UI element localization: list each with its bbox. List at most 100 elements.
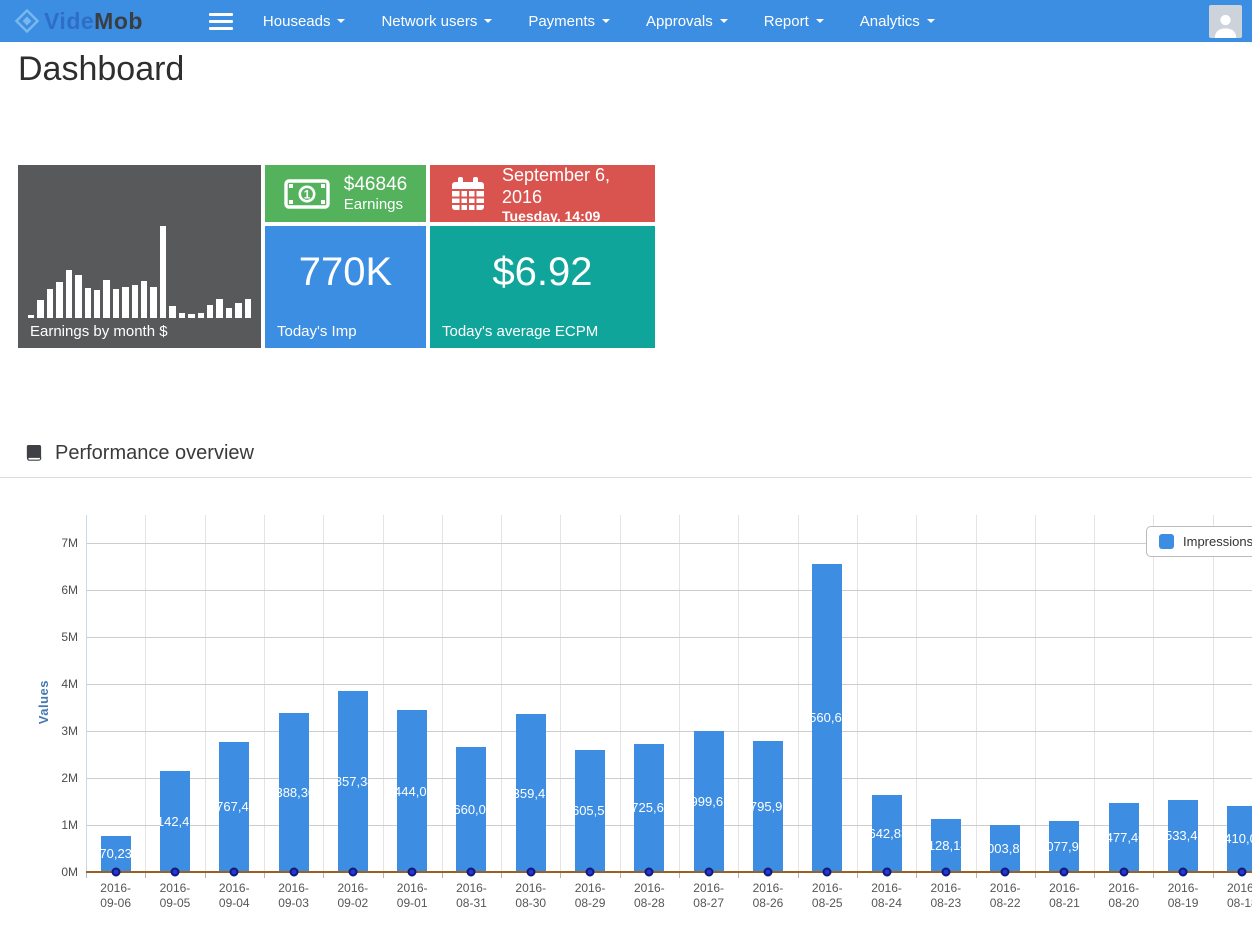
main-nav: Houseads Network users Payments Approvals Re…: [263, 13, 935, 30]
axis-point-marker: [289, 868, 298, 877]
vertical-gridline: [501, 515, 502, 872]
impressions-bar[interactable]: 3,444,021: [397, 710, 427, 872]
bar-value-label: 1,077,934: [1049, 839, 1079, 854]
impressions-bar[interactable]: 3,388,302: [279, 713, 309, 872]
y-axis-tick-label: 0M: [38, 865, 78, 879]
impressions-bar[interactable]: 3,359,415: [516, 714, 546, 872]
mini-bar: [198, 313, 204, 318]
user-avatar[interactable]: [1209, 5, 1242, 38]
x-axis-tick-label: 2016- 08-31: [442, 881, 501, 911]
impressions-bar[interactable]: 2,660,054: [456, 747, 486, 872]
mini-bar: [113, 289, 119, 318]
impressions-today-tile: 770K Today's Imp: [265, 226, 426, 348]
menu-toggle-button[interactable]: [209, 13, 233, 30]
x-axis-tick-label: 2016- 08-30: [501, 881, 560, 911]
axis-point-marker: [467, 868, 476, 877]
earnings-today-value: $46846: [344, 174, 407, 196]
x-axis-tick: [383, 873, 384, 878]
axis-point-marker: [408, 868, 417, 877]
impressions-bar[interactable]: 2,795,926: [753, 741, 783, 872]
mini-bar: [94, 290, 100, 318]
impressions-bar[interactable]: 1,003,812: [990, 825, 1020, 872]
hamburger-icon: [209, 13, 233, 16]
caret-down-icon: [927, 19, 935, 23]
earnings-today-tile: 1 $46846 Earnings: [265, 165, 426, 222]
impressions-bar[interactable]: 1,128,145: [931, 819, 961, 872]
vertical-gridline: [1213, 515, 1214, 872]
brand-logo[interactable]: VideMob: [14, 8, 143, 35]
impressions-bar[interactable]: 3,857,340: [338, 691, 368, 872]
x-axis-tick-label: 2016- 09-02: [323, 881, 382, 911]
mini-bar: [160, 226, 166, 318]
vertical-gridline: [205, 515, 206, 872]
y-axis-tick-label: 5M: [38, 630, 78, 644]
mini-bar: [56, 282, 62, 318]
x-axis-tick: [916, 873, 917, 878]
x-axis-tick: [442, 873, 443, 878]
bar-value-label: 2,725,648: [634, 800, 664, 815]
nav-item-houseads[interactable]: Houseads: [263, 13, 346, 30]
axis-point-marker: [645, 868, 654, 877]
impressions-bar[interactable]: 1,077,934: [1049, 821, 1079, 872]
earnings-today-label: Earnings: [344, 196, 407, 213]
impressions-bar[interactable]: 1,533,429: [1168, 800, 1198, 872]
impressions-bar[interactable]: 1,410,062: [1227, 806, 1252, 872]
impressions-bar[interactable]: 1,477,405: [1109, 803, 1139, 872]
chart-legend[interactable]: Impressions: [1146, 526, 1252, 557]
impressions-bar[interactable]: 2,999,613: [694, 731, 724, 872]
calendar-icon: [450, 176, 486, 212]
x-axis-tick-label: 2016- 08-18: [1213, 881, 1252, 911]
x-axis-tick-label: 2016- 09-04: [205, 881, 264, 911]
horizontal-gridline: [86, 637, 1252, 638]
nav-item-analytics[interactable]: Analytics: [860, 13, 935, 30]
nav-item-report[interactable]: Report: [764, 13, 824, 30]
money-icon: 1: [284, 179, 330, 209]
vertical-gridline: [264, 515, 265, 872]
vertical-gridline: [560, 515, 561, 872]
axis-point-marker: [111, 868, 120, 877]
x-axis-tick-label: 2016- 08-29: [560, 881, 619, 911]
impressions-bar[interactable]: 1,642,837: [872, 795, 902, 872]
nav-item-payments[interactable]: Payments: [528, 13, 610, 30]
impressions-bar[interactable]: 2,725,648: [634, 744, 664, 872]
nav-item-approvals[interactable]: Approvals: [646, 13, 728, 30]
date-tile: September 6, 2016 Tuesday, 14:09: [430, 165, 655, 222]
page-title: Dashboard: [18, 50, 184, 89]
impressions-bar[interactable]: 2,142,450: [160, 771, 190, 872]
nav-item-network-users[interactable]: Network users: [381, 13, 492, 30]
bar-value-label: 2,767,410: [219, 799, 249, 814]
mini-bar: [245, 299, 251, 318]
axis-point-marker: [823, 868, 832, 877]
mini-bar: [28, 315, 34, 318]
impressions-bar[interactable]: 2,605,532: [575, 750, 605, 872]
ecpm-today-value: $6.92: [430, 250, 655, 295]
brand-text-suffix: Mob: [94, 8, 143, 34]
impressions-bar[interactable]: 2,767,410: [219, 742, 249, 872]
y-axis-tick-label: 3M: [38, 724, 78, 738]
y-axis-tick-label: 1M: [38, 818, 78, 832]
performance-bar-chart: 0M1M2M3M4M5M6M7M770,2312,142,4502,767,41…: [0, 480, 1252, 935]
axis-point-marker: [882, 868, 891, 877]
legend-label: Impressions: [1183, 534, 1252, 549]
bar-value-label: 6,560,608: [812, 710, 842, 725]
mini-bar: [179, 313, 185, 318]
vertical-gridline: [679, 515, 680, 872]
bar-value-label: 770,231: [101, 846, 131, 861]
x-axis-tick-label: 2016- 08-19: [1153, 881, 1212, 911]
x-axis-tick: [264, 873, 265, 878]
x-axis-tick-label: 2016- 09-06: [86, 881, 145, 911]
x-axis-line: [86, 871, 1252, 873]
bar-value-label: 2,605,532: [575, 803, 605, 818]
impressions-today-label: Today's Imp: [277, 323, 357, 340]
y-axis-tick-label: 7M: [38, 536, 78, 550]
mini-bar: [103, 280, 109, 318]
bar-value-label: 1,128,145: [931, 838, 961, 853]
earnings-by-month-tile: Earnings by month $: [18, 165, 261, 348]
impressions-bar[interactable]: 6,560,608: [812, 564, 842, 872]
section-divider: [0, 477, 1252, 478]
ecpm-today-tile: $6.92 Today's average ECPM: [430, 226, 655, 348]
mini-bar: [132, 285, 138, 318]
mini-bar: [122, 287, 128, 318]
x-axis-tick: [679, 873, 680, 878]
mini-bar: [141, 281, 147, 318]
